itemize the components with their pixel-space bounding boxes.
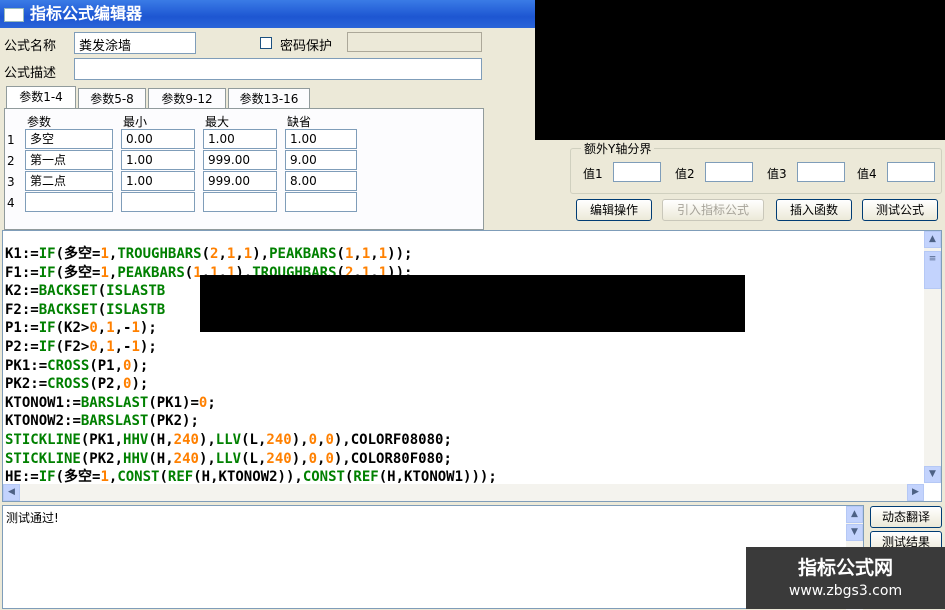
param-max-cell[interactable]: 1.00 [203, 129, 277, 149]
code-line[interactable]: KTONOW1:=BARSLAST(PK1)=0; [5, 394, 497, 413]
y-axis-legend: 额外Y轴分界 [581, 140, 655, 157]
tab-params-9-12[interactable]: 参数9-12 [148, 88, 226, 108]
formula-name-input[interactable]: 粪发涂墙 [74, 32, 196, 54]
test-formula-button[interactable]: 测试公式 [862, 199, 938, 221]
param-row-num: 3 [7, 175, 15, 189]
watermark: 指标公式网 www.zbgs3.com [746, 547, 945, 609]
password-input[interactable] [347, 32, 482, 52]
scroll-right-icon[interactable]: ▶ [907, 484, 924, 501]
dynamic-translate-button[interactable]: 动态翻译 [870, 506, 942, 528]
chart-area-redacted [535, 0, 945, 140]
code-line[interactable]: KTONOW2:=BARSLAST(PK2); [5, 412, 497, 431]
scroll-thumb[interactable]: ≡ [924, 251, 941, 289]
code-editor[interactable]: K1:=IF(多空=1,TROUGHBARS(2,1,1),PEAKBARS(1… [2, 230, 942, 502]
scroll-up-icon[interactable]: ▲ [924, 231, 941, 248]
y-value-3-input[interactable] [797, 162, 845, 182]
scroll-down-icon[interactable]: ▼ [846, 524, 863, 541]
y-value-3-label: 值3 [767, 167, 787, 181]
title-bar[interactable]: 指标公式编辑器 [0, 0, 535, 28]
watermark-url: www.zbgs3.com [788, 583, 903, 599]
param-row-num: 2 [7, 154, 15, 168]
param-header-min: 最小 [123, 115, 148, 129]
import-formula-button[interactable]: 引入指标公式 [662, 199, 764, 221]
param-default-cell[interactable]: 8.00 [285, 171, 357, 191]
y-value-2-input[interactable] [705, 162, 753, 182]
param-row-num: 1 [7, 133, 15, 147]
output-text: 测试通过! [6, 511, 59, 525]
editor-horizontal-scrollbar[interactable]: ◀ ▶ [3, 484, 924, 501]
param-header-max: 最大 [205, 115, 230, 129]
y-value-1-label: 值1 [583, 167, 603, 181]
tab-params-1-4[interactable]: 参数1-4 [6, 86, 76, 108]
param-max-cell[interactable] [203, 192, 277, 212]
formula-desc-label: 公式描述 [4, 66, 57, 81]
scroll-up-icon[interactable]: ▲ [846, 506, 863, 523]
code-line[interactable]: STICKLINE(PK2,HHV(H,240),LLV(L,240),0,0)… [5, 450, 497, 469]
param-header-default: 缺省 [287, 115, 312, 129]
y-value-4-input[interactable] [887, 162, 935, 182]
param-name-cell[interactable] [25, 192, 113, 212]
window-title: 指标公式编辑器 [30, 4, 143, 23]
code-line[interactable]: STICKLINE(PK1,HHV(H,240),LLV(L,240),0,0)… [5, 431, 497, 450]
param-name-cell[interactable]: 第一点 [25, 150, 113, 170]
tab-params-5-8[interactable]: 参数5-8 [78, 88, 146, 108]
param-max-cell[interactable]: 999.00 [203, 171, 277, 191]
edit-ops-button[interactable]: 编辑操作 [576, 199, 652, 221]
param-name-cell[interactable]: 第二点 [25, 171, 113, 191]
code-line[interactable]: PK1:=CROSS(P1,0); [5, 357, 497, 376]
password-label: 密码保护 [280, 39, 333, 54]
param-default-cell[interactable]: 9.00 [285, 150, 357, 170]
y-axis-groupbox: 额外Y轴分界 值1 值2 值3 值4 [570, 140, 942, 194]
password-checkbox[interactable] [260, 37, 272, 49]
redacted-area [200, 275, 745, 332]
code-line[interactable]: P2:=IF(F2>0,1,-1); [5, 338, 497, 357]
param-default-cell[interactable] [285, 192, 357, 212]
param-header-name: 参数 [27, 115, 52, 129]
watermark-title: 指标公式网 [797, 557, 893, 579]
y-value-4-label: 值4 [857, 167, 877, 181]
param-min-cell[interactable] [121, 192, 195, 212]
scroll-down-icon[interactable]: ▼ [924, 466, 941, 483]
param-min-cell[interactable]: 0.00 [121, 129, 195, 149]
param-min-cell[interactable]: 1.00 [121, 171, 195, 191]
params-panel: 参数 最小 最大 缺省 1 多空 0.00 1.00 1.00 2 第一点 1.… [4, 108, 484, 230]
param-min-cell[interactable]: 1.00 [121, 150, 195, 170]
param-max-cell[interactable]: 999.00 [203, 150, 277, 170]
param-row-num: 4 [7, 196, 15, 210]
param-name-cell[interactable]: 多空 [25, 129, 113, 149]
code-line[interactable]: K1:=IF(多空=1,TROUGHBARS(2,1,1),PEAKBARS(1… [5, 245, 497, 264]
tab-params-13-16[interactable]: 参数13-16 [228, 88, 310, 108]
window-icon [4, 8, 24, 22]
insert-function-button[interactable]: 插入函数 [776, 199, 852, 221]
param-default-cell[interactable]: 1.00 [285, 129, 357, 149]
editor-vertical-scrollbar[interactable]: ▲ ≡ ▼ [924, 231, 941, 483]
y-value-1-input[interactable] [613, 162, 661, 182]
formula-name-label: 公式名称 [4, 39, 57, 54]
code-line[interactable]: PK2:=CROSS(P2,0); [5, 375, 497, 394]
scroll-left-icon[interactable]: ◀ [3, 484, 20, 501]
y-value-2-label: 值2 [675, 167, 695, 181]
formula-desc-input[interactable] [74, 58, 482, 80]
output-panel[interactable]: 测试通过! ▲ ▼ [2, 505, 864, 610]
